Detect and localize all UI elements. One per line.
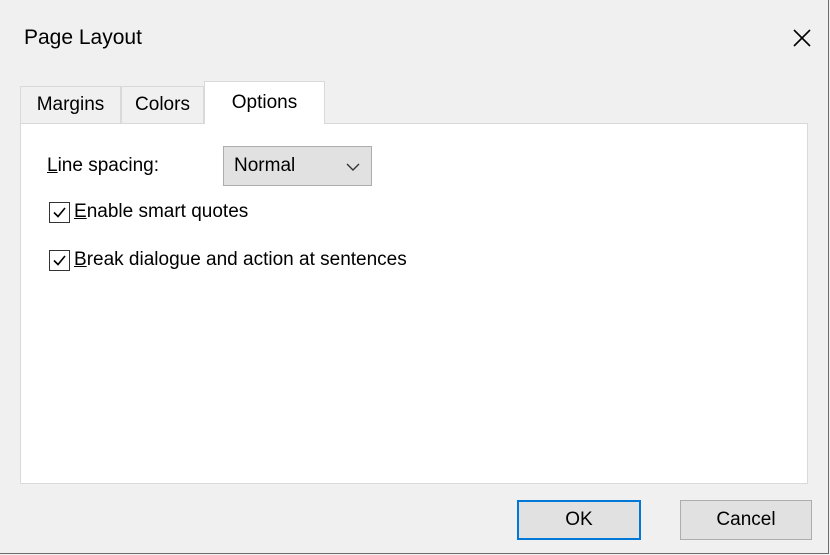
break-dialogue-label: Break dialogue and action at sentences (74, 249, 407, 270)
smart-quotes-label: Enable smart quotes (74, 201, 249, 222)
smart-quotes-row[interactable]: Enable smart quotes (49, 201, 248, 223)
line-spacing-value: Normal (234, 155, 296, 176)
smart-quotes-checkbox[interactable] (49, 201, 70, 223)
options-panel: Line spacing: Normal Enable smart quotes (20, 123, 808, 484)
tab-margins[interactable]: Margins (20, 86, 121, 123)
checkmark-icon (53, 206, 66, 218)
line-spacing-select[interactable]: Normal (223, 146, 372, 186)
break-dialogue-row[interactable]: Break dialogue and action at sentences (49, 249, 407, 271)
tab-colors[interactable]: Colors (121, 86, 204, 123)
cancel-button[interactable]: Cancel (680, 500, 812, 540)
break-dialogue-checkbox[interactable] (49, 249, 70, 271)
checkmark-icon (53, 254, 66, 266)
tab-options[interactable]: Options (204, 81, 325, 124)
title-bar: Page Layout (0, 0, 828, 80)
close-icon[interactable] (784, 20, 820, 56)
dialog-title: Page Layout (24, 26, 142, 49)
page-layout-dialog: Page Layout Margins Colors Options Line … (0, 0, 829, 554)
line-spacing-row: Line spacing: Normal (47, 146, 372, 186)
ok-button[interactable]: OK (517, 500, 641, 540)
line-spacing-label: Line spacing: (47, 155, 159, 176)
chevron-down-icon (346, 163, 360, 171)
